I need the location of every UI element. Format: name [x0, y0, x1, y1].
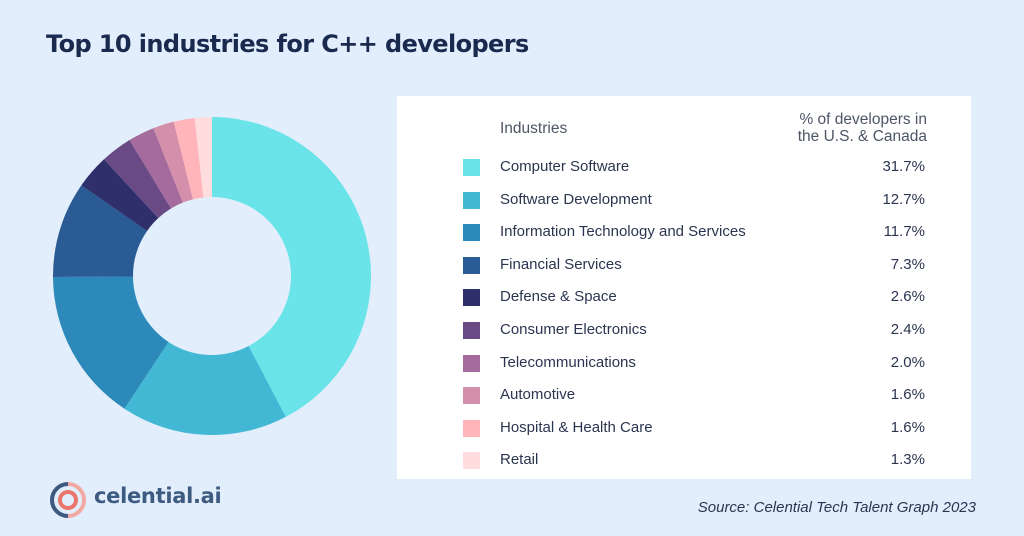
legend-swatch	[463, 289, 480, 307]
legend-label: Information Technology and Services	[500, 223, 746, 241]
donut-chart	[53, 117, 371, 435]
legend-value: 12.7%	[882, 190, 925, 208]
legend-swatch	[463, 322, 480, 339]
legend-value: 7.3%	[890, 255, 925, 273]
legend-value: 11.7%	[883, 223, 925, 241]
brand-name: celential.ai	[94, 484, 222, 508]
legend-row: Telecommunications 2.0%	[397, 352, 971, 376]
source-note: Source: Celential Tech Talent Graph 2023	[697, 499, 976, 516]
legend-label: Financial Services	[500, 255, 622, 273]
legend-swatch	[463, 387, 480, 405]
legend-table: Industries % of developers in the U.S. &…	[397, 96, 971, 479]
legend-value: 2.4%	[890, 321, 925, 338]
column-header-percent: % of developers in the U.S. & Canada	[798, 111, 927, 145]
legend-swatch	[463, 224, 480, 242]
legend-value: 1.6%	[890, 418, 925, 436]
legend-value: 1.6%	[890, 386, 925, 404]
legend-label: Consumer Electronics	[500, 321, 647, 338]
legend-row: Automotive 1.6%	[397, 384, 971, 408]
legend-label: Hospital & Health Care	[500, 418, 653, 436]
legend-row: Information Technology and Services 11.7%	[397, 221, 971, 245]
legend-value: 1.3%	[890, 451, 925, 469]
legend-label: Retail	[500, 451, 539, 469]
legend-swatch	[463, 256, 480, 274]
legend-row: Computer Software 31.7%	[397, 156, 971, 180]
legend-row: Defense & Space 2.6%	[397, 286, 971, 310]
legend-swatch	[463, 159, 480, 176]
legend-row: Software Development 12.7%	[397, 189, 971, 213]
legend-label: Automotive	[500, 386, 576, 404]
legend-row: Financial Services 7.3%	[397, 254, 971, 278]
legend-swatch	[463, 354, 480, 372]
legend-swatch	[463, 419, 480, 437]
legend-row: Hospital & Health Care 1.6%	[397, 417, 971, 441]
legend-value: 2.0%	[890, 353, 925, 371]
legend-label: Software Development	[500, 190, 652, 208]
legend-label: Defense & Space	[500, 288, 617, 306]
legend-value: 2.6%	[890, 288, 925, 306]
column-header-industries: Industries	[500, 120, 568, 137]
legend-label: Telecommunications	[500, 353, 636, 371]
legend-label: Computer Software	[500, 158, 630, 175]
legend-swatch	[463, 191, 480, 209]
column-header-percent-line1: % of developers in	[799, 111, 927, 128]
legend-swatch	[463, 452, 480, 470]
legend-row: Consumer Electronics 2.4%	[397, 319, 971, 343]
celential-logo-icon	[50, 482, 86, 518]
column-header-percent-line2: the U.S. & Canada	[797, 128, 927, 145]
legend-value: 31.7%	[882, 158, 925, 175]
legend-row: Retail 1.3%	[397, 449, 971, 473]
